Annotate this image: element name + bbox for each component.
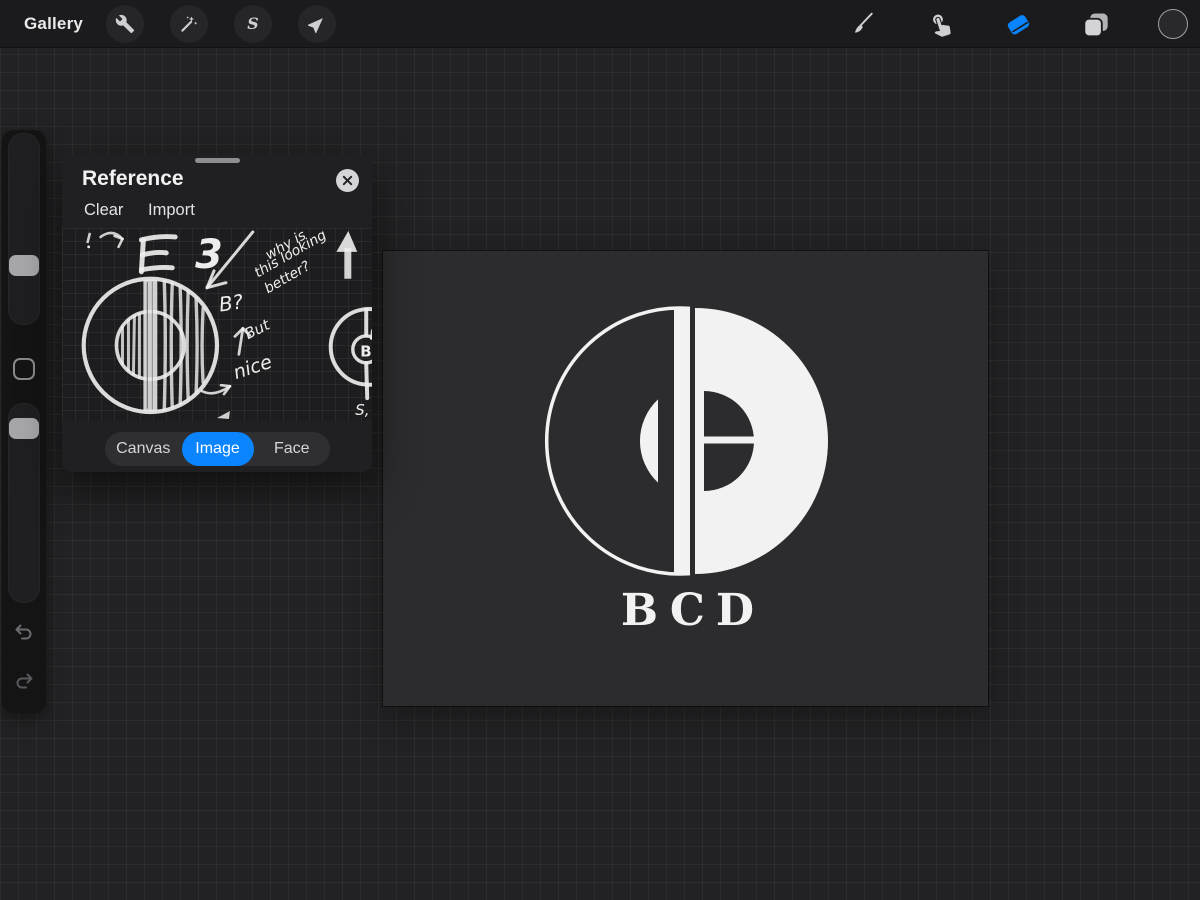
reference-panel: Reference Clear Import — [62, 155, 372, 472]
eraser-icon — [1004, 10, 1032, 38]
clear-button[interactable]: Clear — [84, 201, 123, 219]
brush-size-handle[interactable] — [9, 255, 39, 276]
reference-panel-title: Reference — [82, 167, 184, 191]
gallery-button[interactable]: Gallery — [24, 0, 83, 48]
paintbrush-icon — [849, 11, 875, 37]
actions-button[interactable] — [106, 5, 144, 43]
eraser-tool-button[interactable] — [1004, 10, 1032, 38]
brush-size-slider[interactable] — [8, 133, 40, 325]
import-button[interactable]: Import — [148, 201, 195, 219]
layers-button[interactable] — [1082, 10, 1110, 38]
top-toolbar: Gallery S — [0, 0, 1200, 48]
reference-actions: Clear Import — [84, 201, 215, 220]
logo-wordmark: BCD — [621, 585, 765, 636]
opacity-handle[interactable] — [9, 418, 39, 439]
color-swatch-button[interactable] — [1158, 9, 1188, 39]
layers-icon — [1082, 10, 1110, 38]
selection-button[interactable]: S — [234, 5, 272, 43]
modify-button[interactable] — [13, 358, 35, 380]
bcd-logo: BCD — [383, 251, 988, 706]
close-x-icon — [342, 175, 353, 186]
close-reference-button[interactable] — [336, 169, 359, 192]
panel-grab-handle[interactable] — [195, 158, 240, 163]
wrench-icon — [115, 14, 135, 34]
sketch-note: why is this looking better? — [252, 228, 330, 297]
undo-icon — [12, 620, 36, 644]
reference-sketch: 3 B? But nice why is this looking better… — [62, 228, 372, 421]
artwork-canvas[interactable]: BCD — [383, 251, 988, 706]
sketch-nice: nice — [231, 351, 275, 384]
magic-wand-icon — [179, 14, 199, 34]
sketch-s-partial: S, — [355, 401, 369, 419]
smudge-tool-button[interactable] — [926, 10, 954, 38]
redo-button[interactable] — [12, 669, 36, 693]
redo-icon — [12, 669, 36, 693]
tab-image[interactable]: Image — [182, 432, 254, 466]
sketch-b-question: B? — [217, 290, 245, 316]
adjustments-button[interactable] — [170, 5, 208, 43]
brush-sidebar — [2, 130, 46, 713]
sketch-number-3: 3 — [195, 232, 223, 278]
sketch-but: But — [242, 315, 274, 343]
svg-text:S: S — [247, 14, 258, 33]
transform-button[interactable] — [298, 5, 336, 43]
tab-face[interactable]: Face — [254, 432, 331, 466]
sketch-b-label: B — [360, 342, 371, 360]
brush-tool-button[interactable] — [848, 10, 876, 38]
transform-arrow-icon — [307, 14, 327, 34]
selection-s-icon: S — [243, 14, 263, 34]
undo-button[interactable] — [12, 620, 36, 644]
smudge-finger-icon — [927, 11, 953, 37]
reference-tab-bar: Canvas Image Face — [105, 432, 330, 466]
tab-canvas[interactable]: Canvas — [105, 432, 182, 466]
reference-image[interactable]: 3 B? But nice why is this looking better… — [62, 228, 372, 421]
